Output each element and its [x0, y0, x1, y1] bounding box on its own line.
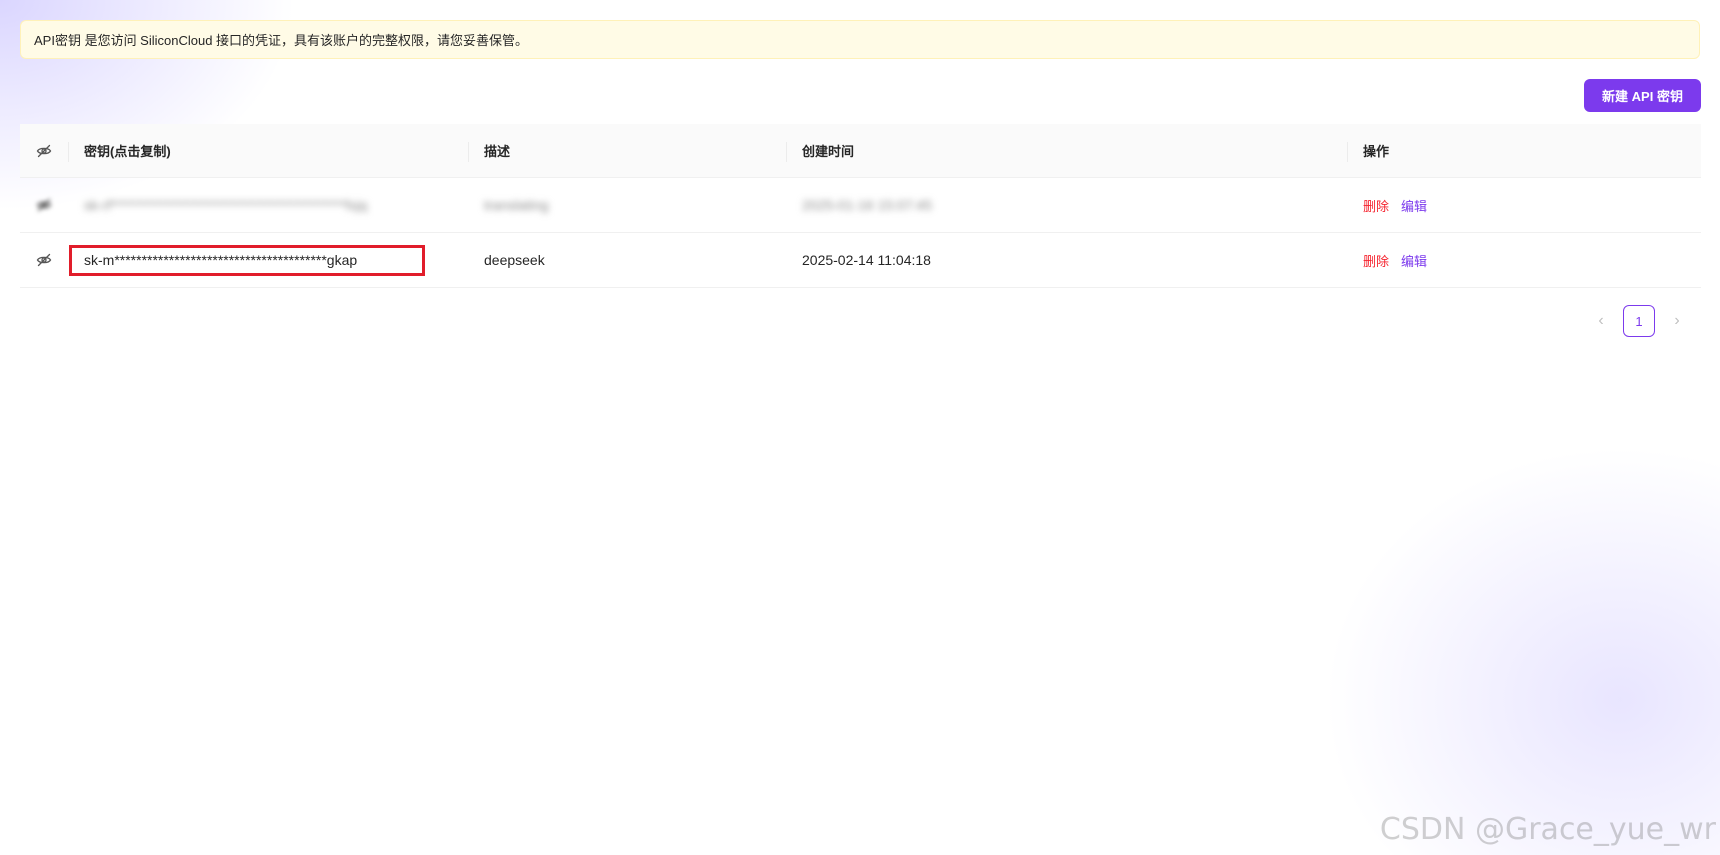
new-api-key-button[interactable]: 新建 API 密钥	[1584, 79, 1701, 112]
key-created-time: 2025-02-14 11:04:18	[802, 252, 931, 268]
column-header-operations: 操作	[1347, 124, 1701, 177]
api-key-text: sk-rf***********************************…	[84, 197, 368, 213]
row-operations: 删除 编辑	[1347, 233, 1701, 287]
table-row: sk-rf***********************************…	[20, 178, 1701, 233]
toggle-all-visibility-button[interactable]	[20, 124, 68, 177]
delete-key-link[interactable]: 删除	[1363, 251, 1389, 270]
key-description: deepseek	[484, 252, 545, 268]
key-description: translating	[468, 178, 786, 232]
table-header: 密钥(点击复制) 描述 创建时间 操作	[20, 124, 1701, 178]
eye-off-icon	[36, 198, 52, 212]
table-row: sk-m************************************…	[20, 233, 1701, 288]
api-key-value[interactable]: sk-rf***********************************…	[68, 178, 468, 232]
chevron-right-icon[interactable]: ›	[1661, 305, 1693, 337]
api-key-value[interactable]: sk-m************************************…	[68, 233, 468, 287]
edit-key-link[interactable]: 编辑	[1401, 251, 1427, 270]
edit-key-link[interactable]: 编辑	[1401, 196, 1427, 215]
column-header-key: 密钥(点击复制)	[68, 124, 468, 177]
toggle-key-visibility-button[interactable]	[20, 233, 68, 287]
chevron-left-icon[interactable]: ‹	[1585, 305, 1617, 337]
eye-off-icon	[36, 253, 52, 267]
column-header-created: 创建时间	[786, 124, 1347, 177]
api-key-notice-text: API密钥 是您访问 SiliconCloud 接口的凭证，具有该账户的完整权限…	[34, 33, 529, 48]
pagination: ‹ 1 ›	[1585, 305, 1693, 337]
key-created-time: 2025-01-16 15:07:45	[786, 178, 1347, 232]
row-operations: 删除 编辑	[1347, 178, 1701, 232]
delete-key-link[interactable]: 删除	[1363, 196, 1389, 215]
api-key-highlight-box[interactable]: sk-m************************************…	[69, 244, 425, 276]
api-key-notice: API密钥 是您访问 SiliconCloud 接口的凭证，具有该账户的完整权限…	[20, 20, 1700, 59]
column-header-description: 描述	[468, 124, 786, 177]
api-key-table: 密钥(点击复制) 描述 创建时间 操作 sk-rf***************…	[20, 124, 1701, 288]
eye-off-icon	[36, 144, 52, 157]
toggle-key-visibility-button[interactable]	[20, 178, 68, 232]
page-1-button[interactable]: 1	[1623, 305, 1655, 337]
key-created-text: 2025-01-16 15:07:45	[802, 197, 932, 213]
watermark: CSDN @Grace_yue_wr	[1379, 812, 1716, 847]
key-description-text: translating	[484, 197, 549, 213]
api-key-text: sk-m************************************…	[84, 252, 358, 268]
